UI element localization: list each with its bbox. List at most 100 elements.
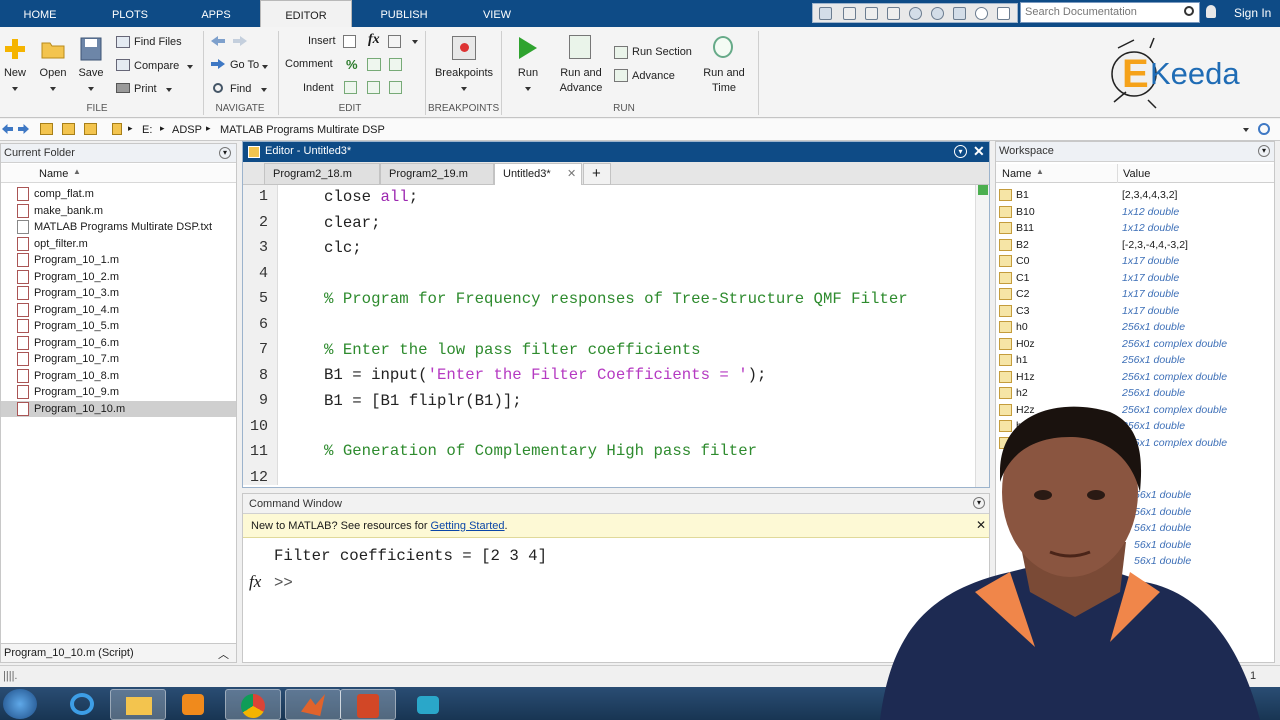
breakpoints-button[interactable]: Breakpoints	[430, 67, 498, 79]
search-documentation-input[interactable]: Search Documentation	[1020, 2, 1200, 23]
workspace-variable-row[interactable]: h1 256x1 double	[996, 352, 1274, 369]
file-list-item[interactable]: Program_10_10.m	[1, 400, 236, 417]
workspace-column-header[interactable]: Name ▲ Value	[996, 164, 1274, 183]
folder-details-bar[interactable]: Program_10_10.m (Script) ︿	[0, 643, 237, 663]
tab-program2-18[interactable]: Program2_18.m	[264, 163, 380, 185]
advance-button[interactable]: Advance	[632, 70, 675, 82]
save-dropdown-icon[interactable]	[88, 87, 94, 91]
back-arrow-icon[interactable]	[211, 36, 225, 46]
insert-function-icon[interactable]: fx	[368, 32, 380, 48]
switch-windows-icon[interactable]	[953, 7, 966, 20]
file-list-item[interactable]: Program_10_5.m	[1, 318, 236, 335]
run-and-time-label-2[interactable]: Time	[698, 82, 750, 94]
workspace-variable-row[interactable]: B10 1x12 double	[996, 204, 1274, 221]
forward-arrow-icon[interactable]	[233, 36, 247, 46]
powerpoint-icon[interactable]	[340, 689, 396, 720]
ws-value-column[interactable]: Value	[1123, 168, 1150, 180]
chrome-icon[interactable]	[225, 689, 281, 720]
smart-indent-icon[interactable]	[344, 81, 357, 94]
address-dropdown-icon[interactable]	[1243, 128, 1249, 132]
run-and-advance-label-2[interactable]: Advance	[556, 82, 606, 94]
internet-explorer-icon[interactable]	[55, 689, 111, 720]
workspace-variable-row[interactable]: H1z 256x1 complex double	[996, 369, 1274, 386]
run-and-advance-label-1[interactable]: Run and	[556, 67, 606, 79]
toolstrip-menu-icon[interactable]	[997, 7, 1010, 20]
workspace-variable-row[interactable]: C3 1x17 double	[996, 303, 1274, 320]
go-to-button[interactable]: Go To	[230, 59, 259, 71]
code-line-5[interactable]: % Program for Frequency responses of Tre…	[324, 290, 908, 308]
redo-icon[interactable]	[931, 7, 944, 20]
open-button[interactable]: Open	[37, 67, 69, 79]
file-list-item[interactable]: Program_10_2.m	[1, 269, 236, 286]
media-player-icon[interactable]	[165, 689, 221, 720]
new-dropdown-icon[interactable]	[12, 87, 18, 91]
run-and-time-label-1[interactable]: Run and	[698, 67, 750, 79]
file-list-item[interactable]: Program_10_1.m	[1, 252, 236, 269]
run-section-button[interactable]: Run Section	[632, 46, 692, 58]
code-line-2[interactable]: clear;	[324, 214, 380, 232]
go-to-dropdown-icon[interactable]	[262, 65, 268, 69]
copy-icon[interactable]	[865, 7, 878, 20]
code-line-1[interactable]: close all;	[324, 188, 418, 206]
find-dropdown-icon[interactable]	[261, 88, 267, 92]
address-search-icon[interactable]	[1258, 123, 1270, 135]
file-list-item[interactable]: Program_10_6.m	[1, 335, 236, 352]
increase-indent-icon[interactable]	[367, 81, 380, 94]
matlab-icon[interactable]	[285, 689, 341, 720]
insert-button[interactable]: Insert	[308, 35, 336, 47]
tab-plots[interactable]: PLOTS	[100, 0, 160, 27]
paste-icon[interactable]	[887, 7, 900, 20]
decrease-indent-icon[interactable]	[389, 81, 402, 94]
file-list-item[interactable]: opt_filter.m	[1, 236, 236, 253]
undo-icon[interactable]	[909, 7, 922, 20]
editor-menu-icon[interactable]: ▾	[954, 145, 967, 158]
code-line-9[interactable]: B1 = [B1 fliplr(B1)];	[324, 392, 522, 410]
tab-publish[interactable]: PUBLISH	[372, 0, 436, 27]
tab-program2-19[interactable]: Program2_19.m	[380, 163, 494, 185]
ws-name-column[interactable]: Name	[1002, 168, 1031, 180]
command-prompt[interactable]: >>	[274, 574, 293, 592]
search-icon[interactable]	[1184, 6, 1194, 16]
file-list-item[interactable]: Program_10_9.m	[1, 384, 236, 401]
uncomment-icon[interactable]	[367, 58, 381, 71]
editor-close-icon[interactable]: ✕	[973, 143, 985, 160]
workspace-variable-row[interactable]: H0z 256x1 complex double	[996, 336, 1274, 353]
breadcrumb-drive[interactable]: E:	[142, 124, 152, 136]
sign-in-link[interactable]: Sign In	[1234, 6, 1271, 20]
workspace-variable-row[interactable]: B11 1x12 double	[996, 220, 1274, 237]
browse-folder-icon[interactable]	[62, 123, 75, 135]
print-button[interactable]: Print	[134, 83, 157, 95]
insert-more-dropdown-icon[interactable]	[412, 40, 418, 44]
notification-bell-icon[interactable]	[1206, 5, 1216, 18]
back-icon[interactable]	[2, 124, 13, 134]
breadcrumb-folder[interactable]: MATLAB Programs Multirate DSP	[220, 124, 385, 136]
file-list-item[interactable]: make_bank.m	[1, 203, 236, 220]
tab-view[interactable]: VIEW	[470, 0, 524, 27]
compare-dropdown-icon[interactable]	[187, 65, 193, 69]
run-dropdown-icon[interactable]	[525, 87, 531, 91]
open-dropdown-icon[interactable]	[50, 87, 56, 91]
code-line-11[interactable]: % Generation of Complementary High pass …	[324, 442, 757, 460]
help-icon[interactable]	[975, 7, 988, 20]
new-tab-button[interactable]: +	[583, 163, 611, 185]
wrap-comments-icon[interactable]	[389, 58, 402, 71]
workspace-menu-icon[interactable]: ▾	[1258, 145, 1270, 157]
code-line-8[interactable]: B1 = input('Enter the Filter Coefficient…	[324, 366, 766, 384]
file-list-item[interactable]: MATLAB Programs Multirate DSP.txt	[1, 219, 236, 236]
indent-button[interactable]: Indent	[303, 82, 334, 94]
code-line-3[interactable]: clc;	[324, 239, 362, 257]
new-button[interactable]: New	[0, 67, 30, 79]
workspace-variable-row[interactable]: h0 256x1 double	[996, 319, 1274, 336]
forward-icon[interactable]	[18, 124, 29, 134]
workspace-variable-row[interactable]: C0 1x17 double	[996, 253, 1274, 270]
workspace-variable-row[interactable]: C2 1x17 double	[996, 286, 1274, 303]
comment-button[interactable]: Comment	[285, 58, 333, 70]
file-list-item[interactable]: Program_10_8.m	[1, 368, 236, 385]
workspace-variable-row[interactable]: C1 1x17 double	[996, 270, 1274, 287]
tab-untitled3[interactable]: Untitled3* ✕	[494, 163, 582, 185]
tab-editor[interactable]: EDITOR	[260, 0, 352, 27]
workspace-variable-row[interactable]: B2 [-2,3,-4,4,-3,2]	[996, 237, 1274, 254]
up-folder-icon[interactable]	[40, 123, 53, 135]
folder-column-header[interactable]: Name ▲	[1, 164, 236, 183]
breakpoints-dropdown-icon[interactable]	[461, 87, 467, 91]
